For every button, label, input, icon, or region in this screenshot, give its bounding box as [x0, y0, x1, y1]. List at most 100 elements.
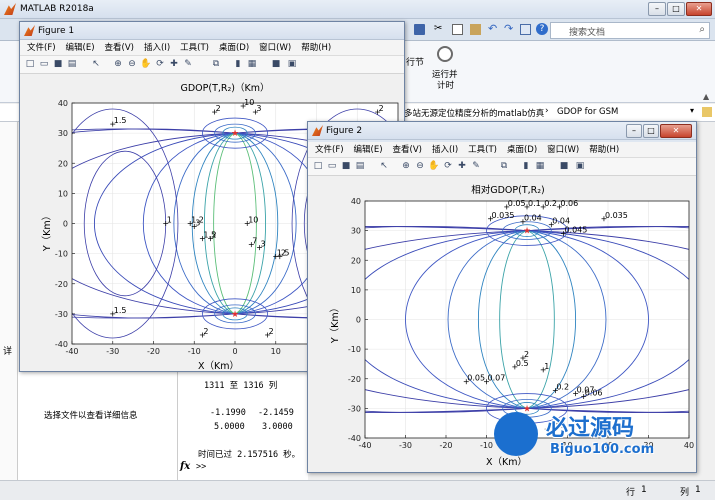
new-figure-icon[interactable]: □	[24, 58, 36, 70]
y-tick-label: -20	[55, 280, 68, 289]
path-segment-2[interactable]: GDOP for GSM	[557, 107, 618, 117]
menu-item-0[interactable]: 文件(F)	[310, 143, 349, 157]
data-cursor-icon[interactable]: ✚	[168, 58, 180, 70]
main-window-title: MATLAB R2018a	[20, 4, 94, 14]
print-icon[interactable]: ▤	[66, 58, 78, 70]
zoom-in-icon[interactable]: ⊕	[112, 58, 124, 70]
hide-plot-tools-icon[interactable]: ■	[270, 58, 282, 70]
menu-item-4[interactable]: 工具(T)	[175, 41, 214, 55]
menu-item-7[interactable]: 帮助(H)	[584, 143, 624, 157]
menu-item-4[interactable]: 工具(T)	[463, 143, 502, 157]
save-icon[interactable]: ■	[52, 58, 64, 70]
side-tab-label[interactable]: 详	[3, 344, 12, 357]
pan-icon[interactable]: ✋	[428, 160, 440, 172]
menu-item-6[interactable]: 窗口(W)	[542, 143, 584, 157]
cut-icon[interactable]: ✂	[434, 23, 442, 34]
y-tick-label: 0	[63, 220, 68, 229]
search-input[interactable]: 搜索文档	[569, 25, 605, 38]
figure2-maximize-button[interactable]: □	[643, 124, 659, 138]
rotate-icon[interactable]: ⟳	[442, 160, 454, 172]
help-icon[interactable]: ?	[536, 23, 548, 35]
menu-item-5[interactable]: 桌面(D)	[214, 41, 254, 55]
legend-icon[interactable]: ▦	[534, 160, 546, 172]
close-button[interactable]: ✕	[686, 2, 712, 16]
run-and-time-button[interactable]: 运行并 计时	[430, 44, 462, 92]
switch-window-icon[interactable]	[520, 24, 531, 35]
status-col-label: 列	[680, 488, 690, 498]
paste-icon[interactable]	[470, 24, 481, 35]
figure1-titlebar[interactable]: Figure 1	[20, 22, 404, 40]
save-icon[interactable]: ■	[340, 160, 352, 172]
figure-logo-icon	[24, 25, 35, 36]
figure2-close-button[interactable]: ✕	[660, 124, 692, 138]
copy-icon[interactable]	[452, 24, 463, 35]
stopwatch-icon	[437, 46, 453, 62]
current-folder-pane: 详	[0, 122, 18, 492]
fx-icon[interactable]: fx	[180, 461, 190, 472]
cmd-row2-val2: 3.0000	[262, 422, 293, 432]
redo-icon[interactable]: ↷	[504, 22, 513, 35]
run-section-button[interactable]: 行节	[404, 50, 428, 90]
menu-item-1[interactable]: 编辑(E)	[61, 41, 100, 55]
command-prompt[interactable]: >>	[196, 462, 206, 472]
colorbar-icon[interactable]: ▮	[520, 160, 532, 172]
pan-icon[interactable]: ✋	[140, 58, 152, 70]
station-marker: ★	[231, 310, 239, 320]
hide-plot-tools-icon[interactable]: ■	[558, 160, 570, 172]
pointer-icon[interactable]: ↖	[378, 160, 390, 172]
open-file-icon[interactable]: ▭	[38, 58, 50, 70]
figure2-title: Figure 2	[326, 126, 363, 136]
save-icon[interactable]	[414, 24, 425, 35]
menu-item-5[interactable]: 桌面(D)	[502, 143, 542, 157]
menu-item-3[interactable]: 插入(I)	[139, 41, 175, 55]
menu-item-2[interactable]: 查看(V)	[100, 41, 139, 55]
menu-item-1[interactable]: 编辑(E)	[349, 143, 388, 157]
colorbar-icon[interactable]: ▮	[232, 58, 244, 70]
zoom-out-icon[interactable]: ⊖	[414, 160, 426, 172]
ribbon-collapse-icon[interactable]: ▲	[703, 92, 709, 101]
show-plot-tools-icon[interactable]: ▣	[574, 160, 586, 172]
contour-label: 10	[244, 98, 254, 107]
contour-label: 0.1	[528, 199, 541, 208]
link-icon[interactable]: ⧉	[498, 160, 510, 172]
figure2-titlebar[interactable]: Figure 2 – □ ✕	[308, 122, 696, 140]
print-icon[interactable]: ▤	[354, 160, 366, 172]
pointer-icon[interactable]: ↖	[90, 58, 102, 70]
status-row-label: 行	[626, 488, 636, 498]
main-titlebar[interactable]: MATLAB R2018a – □ ✕	[0, 0, 715, 19]
undo-icon[interactable]: ↶	[488, 22, 497, 35]
menu-item-6[interactable]: 窗口(W)	[254, 41, 296, 55]
y-tick-label: 30	[351, 227, 361, 236]
command-window[interactable]: 1311 至 1316 列 -1.1990 -2.1459 5.0000 3.0…	[178, 372, 308, 482]
zoom-out-icon[interactable]: ⊖	[126, 58, 138, 70]
figure2-minimize-button[interactable]: –	[626, 124, 642, 138]
show-plot-tools-icon[interactable]: ▣	[286, 58, 298, 70]
menu-item-3[interactable]: 插入(I)	[427, 143, 463, 157]
contour-label: 0.035	[492, 211, 515, 220]
contour-label: 3	[260, 240, 265, 249]
open-file-icon[interactable]: ▭	[326, 160, 338, 172]
new-figure-icon[interactable]: □	[312, 160, 324, 172]
y-tick-label: 20	[58, 159, 68, 168]
menu-item-2[interactable]: 查看(V)	[388, 143, 427, 157]
contour-label: 2	[379, 104, 384, 113]
path-segment-1[interactable]: 多站无源定位精度分析的matlab仿真	[404, 107, 544, 119]
minimize-button[interactable]: –	[648, 2, 666, 16]
menu-item-0[interactable]: 文件(F)	[22, 41, 61, 55]
y-tick-label: 40	[351, 197, 361, 206]
contour-label: 1.5	[114, 306, 127, 315]
legend-icon[interactable]: ▦	[246, 58, 258, 70]
contour-label: 0.04	[552, 217, 570, 226]
y-tick-label: 20	[351, 256, 361, 265]
help-search-box[interactable]: 搜索文档 ⌕	[550, 22, 710, 39]
brush-icon[interactable]: ✎	[470, 160, 482, 172]
data-cursor-icon[interactable]: ✚	[456, 160, 468, 172]
browse-folder-icon[interactable]	[702, 107, 712, 117]
path-dropdown-icon[interactable]: ▾	[690, 106, 694, 115]
menu-item-7[interactable]: 帮助(H)	[296, 41, 336, 55]
zoom-in-icon[interactable]: ⊕	[400, 160, 412, 172]
link-icon[interactable]: ⧉	[210, 58, 222, 70]
brush-icon[interactable]: ✎	[182, 58, 194, 70]
rotate-icon[interactable]: ⟳	[154, 58, 166, 70]
maximize-button[interactable]: □	[667, 2, 685, 16]
